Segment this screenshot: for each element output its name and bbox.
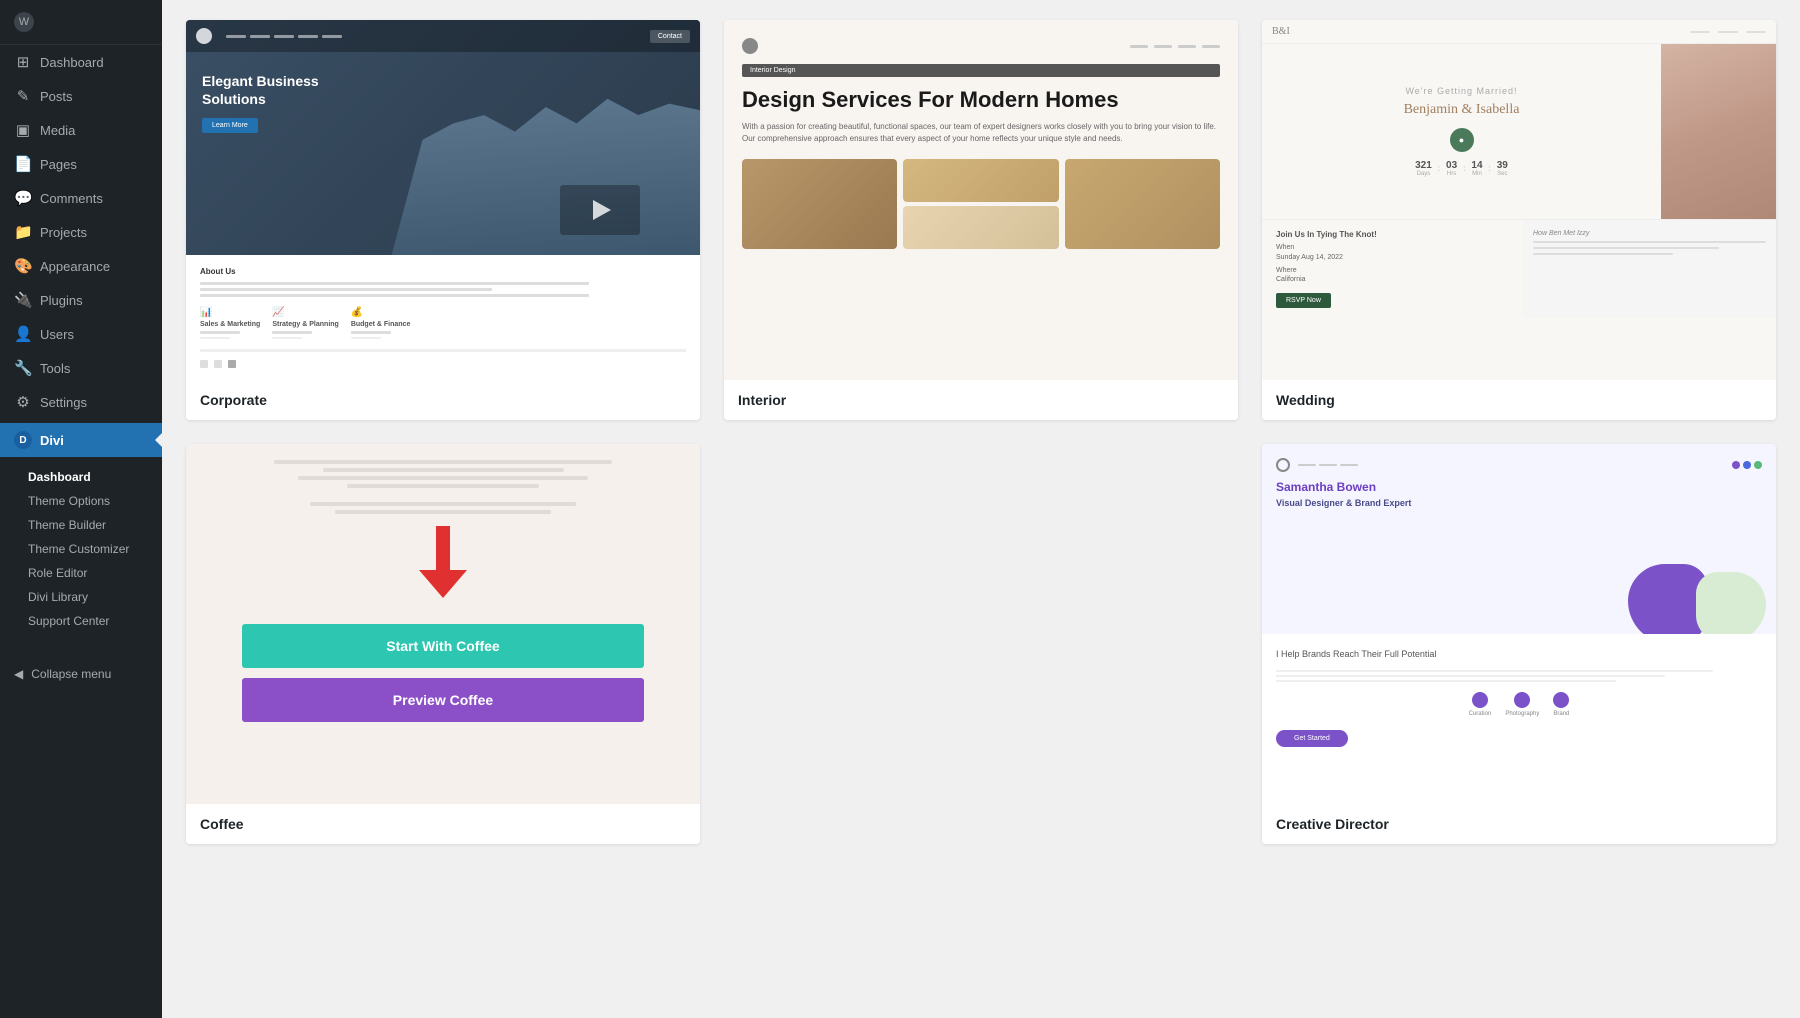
divi-submenu-role-editor[interactable]: Role Editor (0, 561, 162, 585)
posts-icon: ✎ (14, 87, 32, 105)
sidebar-item-divi[interactable]: D Divi (0, 423, 162, 457)
preview-coffee-button[interactable]: Preview Coffee (242, 678, 645, 722)
sidebar-item-comments[interactable]: 💬 Comments (0, 181, 162, 215)
sidebar-item-appearance[interactable]: 🎨 Appearance (0, 249, 162, 283)
coffee-preview: Start With Coffee Preview Coffee (186, 444, 700, 804)
theme-card-coffee[interactable]: Start With Coffee Preview Coffee Coffee (186, 444, 700, 844)
creative-title: Visual Designer & Brand Expert (1276, 498, 1762, 508)
sidebar-item-users[interactable]: 👤 Users (0, 317, 162, 351)
wedding-title: Benjamin & Isabella (1404, 100, 1520, 120)
sidebar-item-label: Media (40, 123, 75, 138)
theme-label-interior: Interior (724, 380, 1238, 420)
theme-card-wedding[interactable]: B&I We're Getting Married! Benjamin & Is… (1262, 20, 1776, 420)
theme-label-coffee: Coffee (186, 804, 700, 844)
divi-icon: D (14, 431, 32, 449)
theme-card-interior[interactable]: Interior Design Design Services For Mode… (724, 20, 1238, 420)
sidebar-item-dashboard[interactable]: ⊞ Dashboard (0, 45, 162, 79)
creative-name: Samantha Bowen (1276, 480, 1762, 496)
creative-cta-button[interactable]: Get Started (1276, 730, 1348, 747)
divi-label: Divi (40, 433, 64, 448)
settings-icon: ⚙ (14, 393, 32, 411)
plugins-icon: 🔌 (14, 291, 32, 309)
sidebar-item-label: Projects (40, 225, 87, 240)
divi-submenu: Dashboard Theme Options Theme Builder Th… (0, 461, 162, 637)
theme-label-corporate: Corporate (186, 380, 700, 420)
sidebar-item-label: Appearance (40, 259, 110, 274)
tools-icon: 🔧 (14, 359, 32, 377)
sidebar-item-tools[interactable]: 🔧 Tools (0, 351, 162, 385)
divi-submenu-theme-customizer[interactable]: Theme Customizer (0, 537, 162, 561)
divi-active-arrow (155, 432, 162, 448)
sidebar: W ⊞ Dashboard ✎ Posts ▣ Media 📄 Pages 💬 … (0, 0, 162, 1018)
theme-card-creative-director[interactable]: Samantha Bowen Visual Designer & Brand E… (1262, 444, 1776, 844)
interior-subtitle: With a passion for creating beautiful, f… (742, 121, 1220, 145)
interior-preview: Interior Design Design Services For Mode… (724, 20, 1238, 380)
creative-preview: Samantha Bowen Visual Designer & Brand E… (1262, 444, 1776, 804)
sidebar-item-label: Plugins (40, 293, 83, 308)
sidebar-item-label: Tools (40, 361, 70, 376)
sidebar-item-label: Settings (40, 395, 87, 410)
sidebar-item-media[interactable]: ▣ Media (0, 113, 162, 147)
dashboard-icon: ⊞ (14, 53, 32, 71)
collapse-icon: ◀ (14, 667, 23, 681)
theme-label-wedding: Wedding (1262, 380, 1776, 420)
pages-icon: 📄 (14, 155, 32, 173)
comments-icon: 💬 (14, 189, 32, 207)
wedding-preview: B&I We're Getting Married! Benjamin & Is… (1262, 20, 1776, 380)
start-with-coffee-button[interactable]: Start With Coffee (242, 624, 645, 668)
divi-submenu-support-center[interactable]: Support Center (0, 609, 162, 633)
users-icon: 👤 (14, 325, 32, 343)
divi-submenu-theme-options[interactable]: Theme Options (0, 489, 162, 513)
wedding-how-met: How Ben Met Izzy (1533, 230, 1766, 237)
sidebar-item-label: Users (40, 327, 74, 342)
theme-label-creative-director: Creative Director (1262, 804, 1776, 844)
collapse-label: Collapse menu (31, 667, 111, 681)
sidebar-item-projects[interactable]: 📁 Projects (0, 215, 162, 249)
divi-submenu-dashboard[interactable]: Dashboard (0, 465, 162, 489)
sidebar-item-label: Dashboard (40, 55, 104, 70)
projects-icon: 📁 (14, 223, 32, 241)
themes-grid: Contact Elegant BusinessSolutions Learn … (186, 20, 1776, 844)
sidebar-item-label: Pages (40, 157, 77, 172)
wp-logo: W (0, 0, 162, 45)
divi-submenu-theme-builder[interactable]: Theme Builder (0, 513, 162, 537)
appearance-icon: 🎨 (14, 257, 32, 275)
main-content: Contact Elegant BusinessSolutions Learn … (162, 0, 1800, 1018)
sidebar-item-posts[interactable]: ✎ Posts (0, 79, 162, 113)
sidebar-item-plugins[interactable]: 🔌 Plugins (0, 283, 162, 317)
sidebar-item-label: Comments (40, 191, 103, 206)
divi-submenu-divi-library[interactable]: Divi Library (0, 585, 162, 609)
theme-card-corporate[interactable]: Contact Elegant BusinessSolutions Learn … (186, 20, 700, 420)
collapse-menu[interactable]: ◀ Collapse menu (0, 657, 162, 691)
wp-icon: W (14, 12, 34, 32)
media-icon: ▣ (14, 121, 32, 139)
sidebar-item-label: Posts (40, 89, 73, 104)
interior-title: Design Services For Modern Homes (742, 87, 1220, 113)
corporate-preview: Contact Elegant BusinessSolutions Learn … (186, 20, 700, 380)
sidebar-item-pages[interactable]: 📄 Pages (0, 147, 162, 181)
sidebar-item-settings[interactable]: ⚙ Settings (0, 385, 162, 419)
